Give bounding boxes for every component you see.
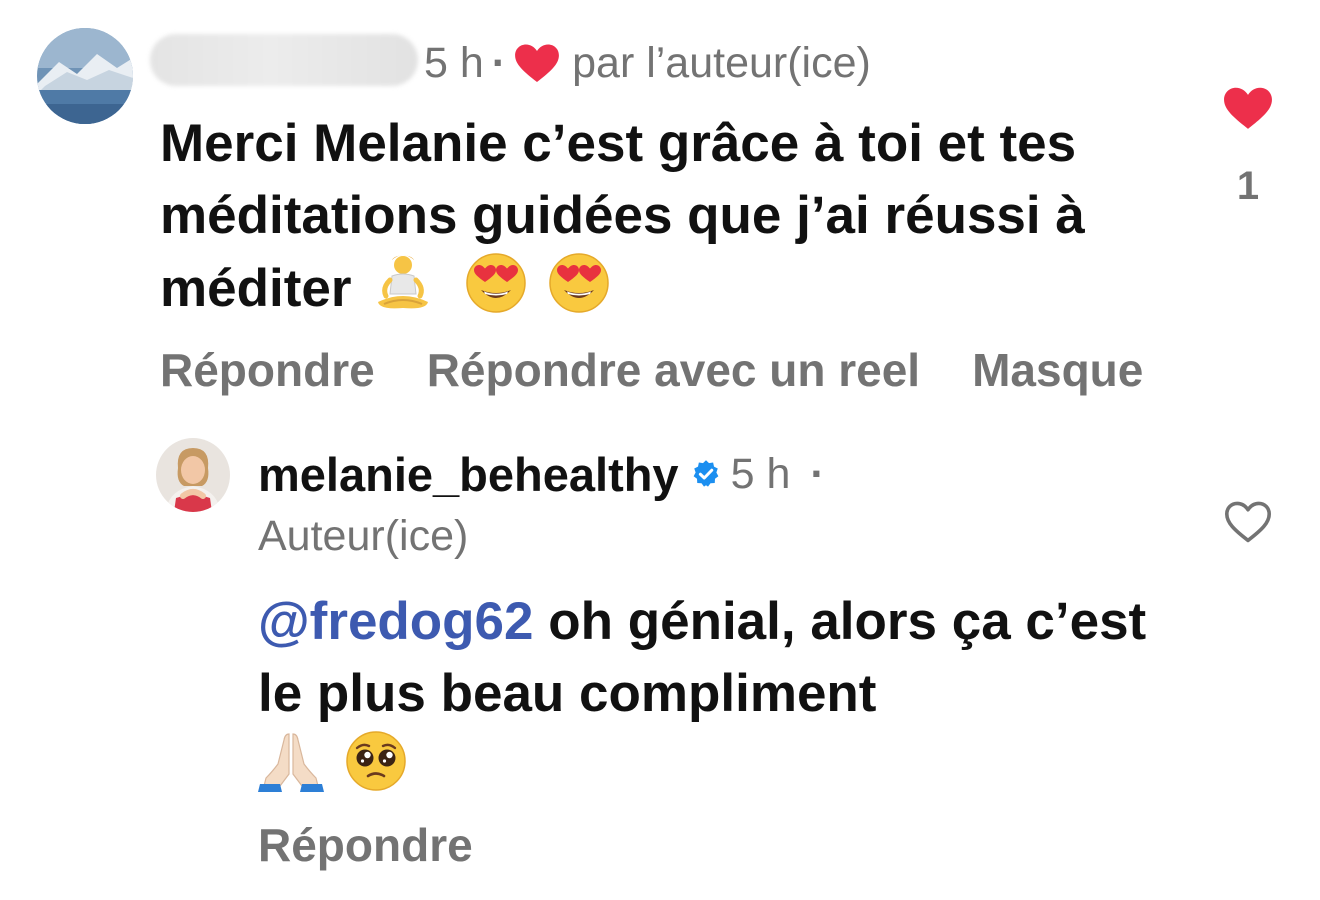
author-username[interactable]: melanie_behealthy xyxy=(258,447,679,502)
author-avatar[interactable] xyxy=(156,438,230,512)
author-role-label: Auteur(ice) xyxy=(258,512,469,560)
liked-by-author-heart-icon xyxy=(514,43,560,83)
comment-timestamp: 5 h xyxy=(424,38,484,87)
reply-button[interactable]: Répondre xyxy=(160,343,375,397)
reply-like-button[interactable] xyxy=(1222,500,1274,549)
comment-like-button[interactable] xyxy=(1222,86,1274,135)
person-meditating-emoji-icon xyxy=(372,252,434,333)
comment-like-count: 1 xyxy=(1236,164,1260,208)
outline-heart-icon xyxy=(1225,501,1271,543)
reply-to-reply-button[interactable]: Répondre xyxy=(258,818,473,872)
hide-button[interactable]: Masque xyxy=(972,343,1143,397)
meta-separator: · xyxy=(810,449,825,498)
commenter-username-blurred[interactable] xyxy=(150,34,418,86)
reply-meta: 5 h · xyxy=(731,450,825,499)
folded-hands-emoji-icon xyxy=(258,730,324,811)
filled-heart-icon xyxy=(1224,87,1272,129)
heart-eyes-emoji-icon xyxy=(548,252,610,333)
verified-badge-icon xyxy=(691,459,721,489)
comment-meta: 5 h · par l’auteur(ice) xyxy=(424,38,871,88)
reply-text: @fredog62 oh génial, alors ça c’est le p… xyxy=(258,586,1158,811)
reply-timestamp: 5 h xyxy=(730,449,791,498)
meta-separator: · xyxy=(491,38,507,87)
reply-header: melanie_behealthy 5 h · xyxy=(258,446,825,502)
commenter-avatar[interactable] xyxy=(37,28,133,124)
mention-link[interactable]: @fredog62 xyxy=(258,592,534,651)
comment-body: Merci Melanie c’est grâce à toi et tes m… xyxy=(160,114,1085,318)
pleading-face-emoji-icon xyxy=(345,730,407,811)
comment-actions: Répondre Répondre avec un reel Masque xyxy=(160,340,1143,400)
liked-by-author-label: par l’auteur(ice) xyxy=(572,38,871,87)
reply-with-reel-button[interactable]: Répondre avec un reel xyxy=(427,343,920,397)
heart-eyes-emoji-icon xyxy=(465,252,527,333)
comment-text: Merci Melanie c’est grâce à toi et tes m… xyxy=(160,108,1190,333)
